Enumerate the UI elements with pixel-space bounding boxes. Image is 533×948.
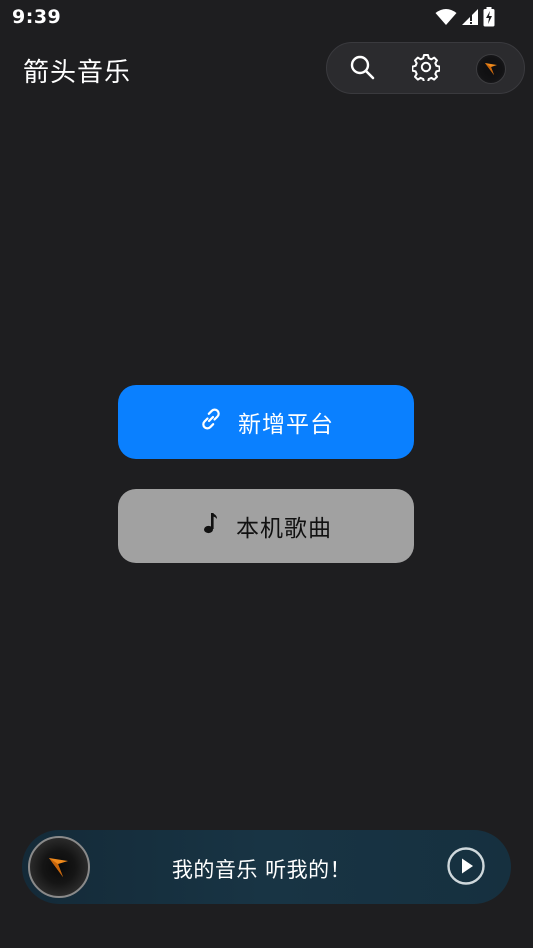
mini-player[interactable]: 我的音乐 听我的！ [22, 830, 511, 904]
add-platform-button[interactable]: 新增平台 [118, 385, 414, 459]
play-circle-icon [446, 846, 486, 890]
status-bar: 9:39 [0, 0, 533, 36]
top-actions-pill [326, 42, 525, 94]
settings-button[interactable] [407, 50, 445, 88]
music-note-icon [200, 510, 222, 542]
app-logo-disc-icon [28, 836, 90, 898]
app-logo-avatar-icon [476, 54, 506, 84]
status-icons [435, 7, 495, 27]
cellular-signal-icon [461, 8, 479, 26]
search-icon [349, 54, 375, 84]
add-platform-label: 新增平台 [238, 412, 334, 438]
app-title: 箭头音乐 [23, 58, 132, 88]
search-button[interactable] [343, 50, 381, 88]
gear-icon [411, 53, 441, 85]
app-screen: 9:39 箭头音乐 新增平台 本机歌曲 我的音乐 听我的！ [0, 0, 533, 948]
local-songs-label: 本机歌曲 [236, 516, 332, 542]
play-button[interactable] [446, 846, 486, 890]
wifi-icon [435, 8, 457, 26]
player-title: 我的音乐 听我的！ [171, 858, 352, 882]
status-time: 9:39 [12, 6, 62, 28]
link-icon [198, 406, 224, 438]
battery-charging-icon [483, 7, 495, 27]
profile-avatar-button[interactable] [472, 50, 510, 88]
local-songs-button[interactable]: 本机歌曲 [118, 489, 414, 563]
